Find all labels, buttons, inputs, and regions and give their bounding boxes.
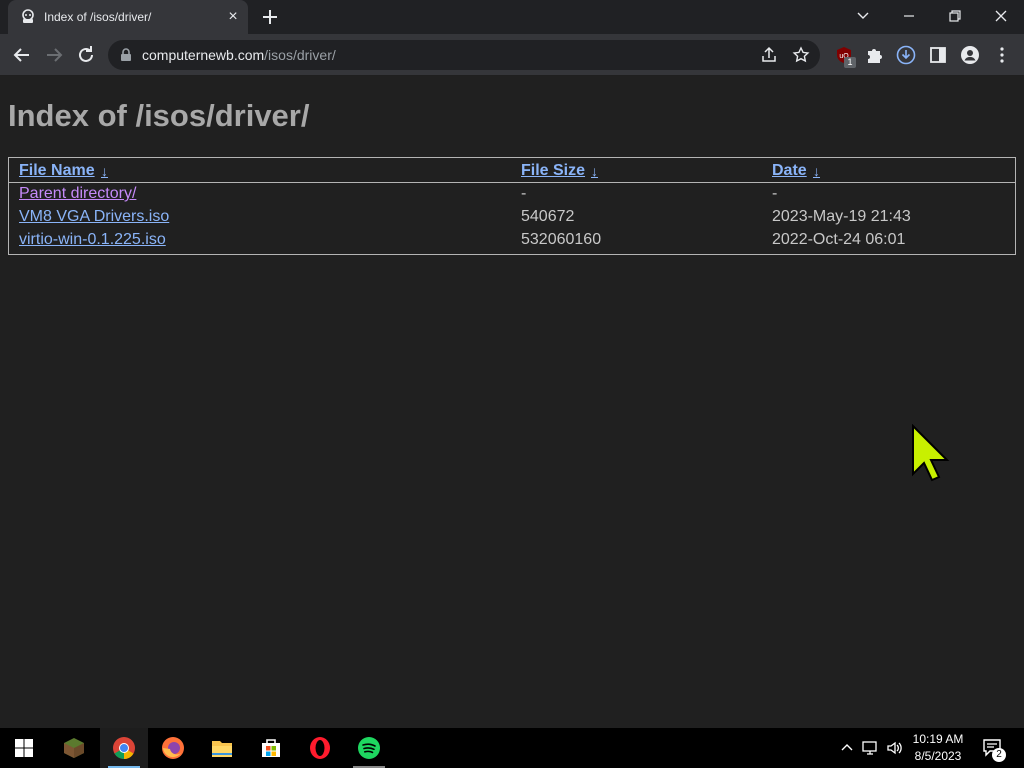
file-size-cell: 532060160 — [521, 231, 602, 248]
reload-button[interactable] — [74, 43, 98, 67]
url-text: computernewb.com/isos/driver/ — [142, 47, 336, 63]
more-menu-icon[interactable] — [992, 45, 1012, 65]
file-size-cell: - — [521, 185, 527, 202]
parent-directory-link[interactable]: Parent directory/ — [19, 185, 136, 203]
sort-arrow-icon[interactable]: ↓ — [101, 163, 108, 179]
start-button[interactable] — [0, 728, 48, 768]
back-button[interactable] — [10, 43, 34, 67]
new-tab-button[interactable] — [259, 6, 281, 28]
extensions-puzzle-icon[interactable] — [864, 45, 884, 65]
table-row: VM8 VGA Drivers.iso 540672 2023-May-19 2… — [9, 206, 1015, 229]
taskbar-chrome-icon[interactable] — [100, 728, 148, 768]
file-size-cell: 540672 — [521, 208, 575, 225]
taskbar: 10:19 AM 8/5/2023 2 — [0, 728, 1024, 768]
volume-icon[interactable] — [886, 740, 904, 761]
sort-arrow-icon[interactable]: ↓ — [591, 163, 598, 179]
url-path: /isos/driver/ — [264, 47, 336, 63]
side-panel-icon[interactable] — [928, 45, 948, 65]
profile-avatar-icon[interactable] — [960, 45, 980, 65]
column-header-date[interactable]: Date — [772, 162, 807, 180]
taskbar-minecraft-icon[interactable] — [50, 728, 98, 768]
taskbar-spotify-icon[interactable] — [345, 728, 393, 768]
column-header-file-size[interactable]: File Size — [521, 162, 585, 180]
tab-title: Index of /isos/driver/ — [44, 10, 152, 24]
date-cell: - — [772, 185, 778, 202]
taskbar-firefox-icon[interactable] — [149, 728, 197, 768]
taskbar-opera-icon[interactable] — [296, 728, 344, 768]
bookmark-star-icon[interactable] — [792, 46, 810, 64]
ublock-badge: 1 — [844, 57, 856, 68]
notification-count-badge: 2 — [992, 748, 1006, 762]
tab-close-icon[interactable]: × — [224, 8, 242, 26]
date-cell: 2022-Oct-24 06:01 — [772, 231, 906, 248]
file-link[interactable]: VM8 VGA Drivers.iso — [19, 208, 169, 226]
column-header-file-name[interactable]: File Name — [19, 162, 95, 180]
file-listing-table: File Name ↓ File Size ↓ Date ↓ Parent di… — [8, 157, 1016, 255]
table-row: virtio-win-0.1.225.iso 532060160 2022-Oc… — [9, 229, 1015, 252]
tab-strip: Index of /isos/driver/ × — [0, 0, 1024, 34]
forward-button[interactable] — [42, 43, 66, 67]
downloads-icon[interactable] — [896, 45, 916, 65]
taskbar-microsoft-store-icon[interactable] — [247, 728, 295, 768]
browser-toolbar: computernewb.com/isos/driver/ uO — [0, 34, 1024, 76]
clock-time[interactable]: 10:19 AM — [910, 732, 966, 746]
network-icon[interactable] — [862, 740, 880, 761]
show-hidden-icons-chevron-up-icon[interactable] — [840, 740, 854, 759]
page-content: Index of /isos/driver/ File Name ↓ File … — [0, 77, 1024, 728]
address-bar[interactable]: computernewb.com/isos/driver/ — [108, 40, 820, 70]
table-row: Parent directory/ - - — [9, 183, 1015, 206]
close-window-button[interactable] — [978, 0, 1024, 32]
clock-date[interactable]: 8/5/2023 — [910, 749, 966, 763]
tab-active[interactable]: Index of /isos/driver/ × — [8, 0, 248, 34]
mouse-cursor-icon — [911, 423, 951, 487]
page-title: Index of /isos/driver/ — [8, 98, 310, 133]
url-host: computernewb.com — [142, 47, 265, 63]
restore-button[interactable] — [932, 0, 978, 32]
site-favicon-icon — [20, 9, 36, 25]
lock-icon[interactable] — [120, 48, 132, 67]
share-icon[interactable] — [760, 46, 778, 64]
file-link[interactable]: virtio-win-0.1.225.iso — [19, 231, 166, 249]
date-cell: 2023-May-19 21:43 — [772, 208, 911, 225]
sort-arrow-icon[interactable]: ↓ — [813, 163, 820, 179]
tab-search-chevron-down-icon[interactable] — [840, 0, 886, 32]
taskbar-file-explorer-icon[interactable] — [198, 728, 246, 768]
minimize-button[interactable] — [886, 0, 932, 32]
